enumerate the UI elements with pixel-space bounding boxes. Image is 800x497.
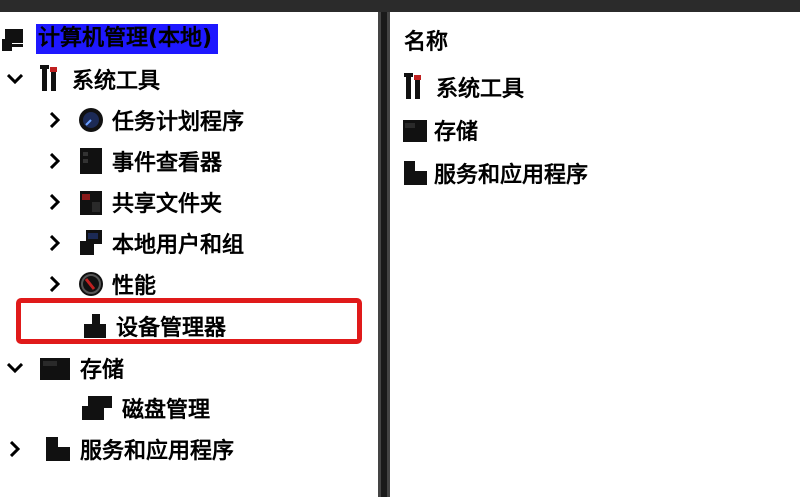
tree-item-disk-management[interactable]: 磁盘管理 xyxy=(80,391,210,425)
shared-folder-icon xyxy=(78,188,104,216)
services-icon xyxy=(42,435,72,463)
clock-icon xyxy=(78,106,104,134)
list-item-label: 系统工具 xyxy=(436,77,525,102)
tree-item-task-scheduler[interactable]: 任务计划程序 xyxy=(44,103,244,137)
list-item[interactable]: 系统工具 xyxy=(402,70,524,104)
chevron-right-icon[interactable] xyxy=(44,226,66,260)
title-bar xyxy=(0,0,800,12)
list-item-label: 存储 xyxy=(434,120,479,145)
tree-item-system-tools[interactable]: 系统工具 xyxy=(4,62,160,96)
computer-management-window: 计算机管理(本地) 系统工具 任务计划程序 事件查看器 共享文件夹 本地用户和组… xyxy=(0,0,800,497)
event-viewer-icon xyxy=(78,147,104,175)
list-item[interactable]: 服务和应用程序 xyxy=(402,156,588,190)
tree-item-services-apps[interactable]: 服务和应用程序 xyxy=(4,432,234,466)
performance-icon xyxy=(78,270,104,298)
column-header-name[interactable]: 名称 xyxy=(404,24,448,56)
tools-icon xyxy=(38,65,64,93)
tree-root-label: 计算机管理(本地) xyxy=(36,24,219,54)
storage-icon xyxy=(402,116,428,144)
chevron-right-icon[interactable] xyxy=(4,432,26,466)
navigation-tree: 计算机管理(本地) 系统工具 任务计划程序 事件查看器 共享文件夹 本地用户和组… xyxy=(0,12,378,497)
chevron-down-icon[interactable] xyxy=(4,351,26,385)
tree-item-label: 磁盘管理 xyxy=(122,398,211,423)
tree-item-label: 系统工具 xyxy=(72,69,161,94)
tree-item-label: 本地用户和组 xyxy=(112,233,245,258)
services-icon xyxy=(402,159,428,187)
highlight-annotation xyxy=(16,298,362,344)
pane-splitter[interactable] xyxy=(378,12,390,497)
chevron-down-icon[interactable] xyxy=(4,62,26,96)
tree-item-label: 存储 xyxy=(80,358,125,383)
chevron-right-icon[interactable] xyxy=(44,267,66,301)
tree-item-shared-folders[interactable]: 共享文件夹 xyxy=(44,185,222,219)
tree-item-performance[interactable]: 性能 xyxy=(44,267,156,301)
list-item[interactable]: 存储 xyxy=(402,113,478,147)
users-icon xyxy=(78,229,104,257)
tree-item-event-viewer[interactable]: 事件查看器 xyxy=(44,144,222,178)
tree-item-label: 事件查看器 xyxy=(112,151,223,176)
chevron-right-icon[interactable] xyxy=(44,103,66,137)
content-list: 名称 系统工具 存储 服务和应用程序 xyxy=(390,12,800,497)
tree-item-label: 服务和应用程序 xyxy=(80,439,235,464)
tree-root[interactable]: 计算机管理(本地) xyxy=(2,22,219,56)
chevron-right-icon[interactable] xyxy=(44,185,66,219)
list-item-label: 服务和应用程序 xyxy=(434,163,589,188)
tree-item-local-users[interactable]: 本地用户和组 xyxy=(44,226,244,260)
chevron-right-icon[interactable] xyxy=(44,144,66,178)
tree-item-label: 任务计划程序 xyxy=(112,110,245,135)
storage-icon xyxy=(38,354,72,382)
tools-icon xyxy=(402,73,428,101)
tree-item-label: 共享文件夹 xyxy=(112,192,223,217)
tree-item-storage[interactable]: 存储 xyxy=(4,351,124,385)
disk-icon xyxy=(80,394,114,422)
tree-item-label: 性能 xyxy=(112,274,157,299)
computer-management-icon xyxy=(2,25,28,53)
